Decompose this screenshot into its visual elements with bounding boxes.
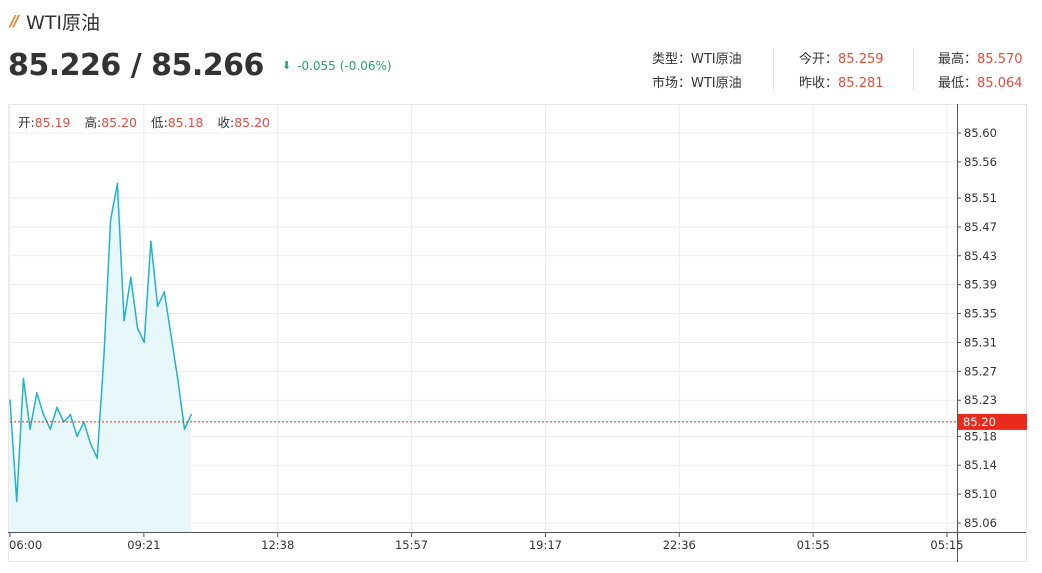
data-point: [36, 392, 38, 394]
x-tick-label: 12:38: [261, 538, 294, 552]
y-tick-label: 85.06: [964, 516, 997, 530]
y-tick-label: 85.10: [964, 487, 997, 501]
y-tick-label: 85.35: [964, 307, 997, 321]
data-point: [183, 428, 186, 430]
data-point: [129, 276, 132, 279]
data-point: [123, 319, 125, 322]
price-chart[interactable]: 85.60 85.56 85.51 85.47 85.43 85.39 85.35 85.31…: [0, 0, 1042, 573]
y-tick-label: 85.43: [964, 249, 997, 263]
data-point: [49, 428, 52, 430]
y-tick-label: 85.18: [964, 429, 997, 443]
y-tick-label: 85.47: [964, 220, 997, 234]
y-tick-label: 85.39: [964, 278, 997, 292]
data-point: [56, 406, 58, 409]
series-layer: [9, 182, 192, 532]
data-point: [89, 442, 92, 445]
y-tick-label: 85.60: [964, 126, 997, 140]
data-point: [42, 413, 45, 416]
y-tick-label: 85.23: [964, 393, 997, 407]
ohlc-open: 85.19: [34, 115, 71, 130]
data-point: [9, 399, 11, 402]
data-point: [109, 218, 112, 221]
current-price-label: 85.20: [963, 415, 996, 429]
x-tick-label: 06:00: [9, 538, 42, 552]
data-point: [76, 435, 78, 438]
x-axis-ticks: 06:00 09:21 12:38 15:57 19:17 22:36 01:55 05:15: [9, 532, 964, 552]
x-tick-label: 15:57: [395, 538, 428, 552]
data-point: [143, 341, 145, 344]
data-point: [116, 182, 119, 185]
data-point: [190, 413, 192, 416]
ohlc-high: 85.20: [101, 115, 138, 130]
data-point: [136, 327, 139, 329]
series-area: [10, 183, 192, 532]
ohlc-close: 85.20: [234, 115, 271, 130]
data-point: [170, 334, 172, 337]
x-tick-label: 09:21: [127, 538, 160, 552]
y-axis-ticks: 85.60 85.56 85.51 85.47 85.43 85.39 85.35 85.31…: [957, 126, 997, 530]
y-tick-label: 85.56: [964, 155, 997, 169]
x-tick-label: 05:15: [930, 538, 963, 552]
y-tick-label: 85.14: [964, 458, 997, 472]
data-point: [176, 377, 179, 380]
data-point: [156, 305, 159, 308]
data-point: [163, 291, 166, 293]
y-tick-label: 85.51: [964, 191, 997, 205]
data-point: [150, 240, 152, 243]
y-tick-label: 85.27: [964, 364, 997, 378]
data-point: [96, 457, 99, 459]
data-point: [69, 413, 72, 416]
ohlc-low: 85.18: [167, 115, 204, 130]
data-point: [29, 428, 31, 430]
x-tick-label: 22:36: [663, 538, 696, 552]
x-tick-label: 01:55: [797, 538, 830, 552]
data-point: [22, 377, 25, 380]
data-point: [103, 356, 105, 358]
ohlc-readout: 开:85.19 高:85.20 低:85.18 收:85.20: [18, 115, 271, 130]
data-point: [15, 500, 18, 503]
y-tick-label: 85.31: [964, 335, 997, 349]
x-tick-label: 19:17: [529, 538, 562, 552]
